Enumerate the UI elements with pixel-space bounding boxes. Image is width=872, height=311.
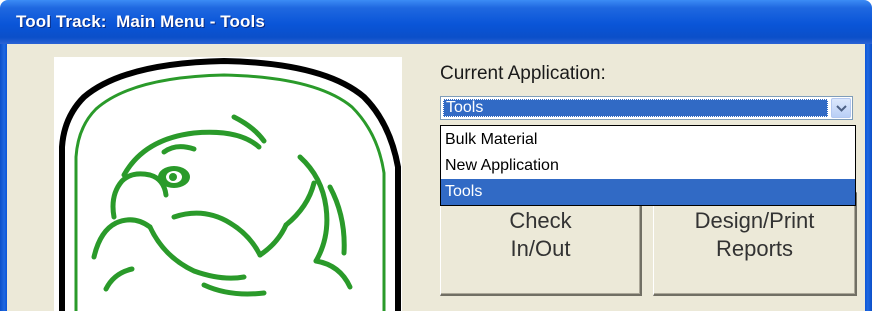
option-tools[interactable]: Tools bbox=[441, 179, 855, 205]
application-select-value[interactable]: Tools bbox=[443, 99, 828, 117]
window-frame-right bbox=[865, 44, 872, 311]
option-new-application[interactable]: New Application bbox=[441, 153, 855, 179]
eagle-logo bbox=[54, 57, 402, 311]
dropdown-button[interactable] bbox=[831, 98, 851, 118]
design-print-reports-label: Design/Print Reports bbox=[694, 208, 815, 261]
check-in-out-button[interactable]: Check In/Out bbox=[440, 192, 642, 296]
main-panel: Current Application: Tools Bulk Material… bbox=[7, 44, 865, 311]
option-bulk-material[interactable]: Bulk Material bbox=[441, 127, 855, 153]
window-title: Tool Track: Main Menu - Tools bbox=[16, 12, 265, 31]
title-bar[interactable]: Tool Track: Main Menu - Tools bbox=[0, 0, 872, 44]
check-in-out-label: Check In/Out bbox=[509, 208, 572, 261]
design-print-reports-button[interactable]: Design/Print Reports bbox=[653, 192, 857, 296]
eagle-head-icon bbox=[59, 57, 401, 311]
app-window: Tool Track: Main Menu - Tools Current Ap… bbox=[0, 0, 872, 311]
chevron-down-icon bbox=[836, 105, 847, 112]
application-select[interactable]: Tools bbox=[440, 96, 853, 120]
current-application-label: Current Application: bbox=[440, 63, 606, 84]
window-frame-left bbox=[0, 44, 7, 311]
application-dropdown-list: Bulk Material New Application Tools bbox=[440, 125, 856, 206]
